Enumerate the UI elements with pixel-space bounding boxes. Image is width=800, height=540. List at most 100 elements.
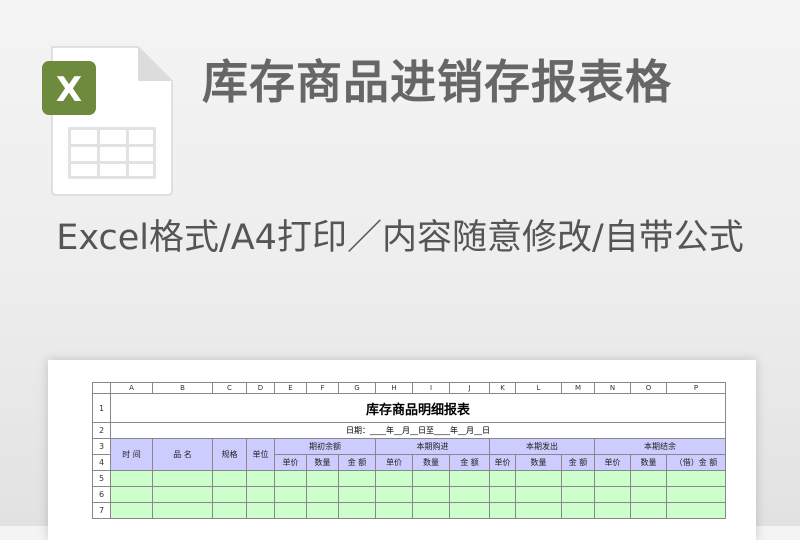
data-cell[interactable] (152, 470, 213, 487)
data-cell[interactable] (449, 470, 490, 487)
header-spec[interactable]: 规格 (212, 438, 247, 471)
header-amount-debit[interactable]: （借）金 额 (666, 454, 726, 471)
data-cell[interactable] (412, 502, 450, 519)
data-cell[interactable] (666, 502, 726, 519)
data-cell[interactable] (375, 486, 413, 503)
data-cell[interactable] (110, 470, 153, 487)
corner-cell (92, 382, 111, 394)
header-time[interactable]: 时 间 (110, 438, 153, 471)
header-unit-price[interactable]: 单价 (489, 454, 516, 471)
header-amount[interactable]: 金 额 (561, 454, 595, 471)
header-name[interactable]: 品 名 (152, 438, 213, 471)
page-title: 库存商品进销存报表格 (202, 55, 672, 109)
data-cell[interactable] (449, 502, 490, 519)
date-line[interactable]: 日期：____年__月__日至____年__月__日 (110, 422, 726, 439)
data-cell[interactable] (515, 486, 562, 503)
column-header[interactable]: M (561, 382, 595, 394)
column-header[interactable]: K (489, 382, 516, 394)
data-cell[interactable] (246, 470, 275, 487)
data-cell[interactable] (449, 486, 490, 503)
data-cell[interactable] (212, 502, 247, 519)
data-cell[interactable] (152, 486, 213, 503)
data-cell[interactable] (561, 502, 595, 519)
data-cell[interactable] (561, 486, 595, 503)
data-cell[interactable] (274, 502, 307, 519)
data-cell[interactable] (212, 486, 247, 503)
column-header-row: A B C D E F G H I J K L M N O P (92, 382, 726, 394)
data-cell[interactable] (338, 486, 376, 503)
data-cell[interactable] (212, 470, 247, 487)
data-cell[interactable] (594, 486, 631, 503)
header-amount[interactable]: 金 额 (338, 454, 376, 471)
column-header[interactable]: H (375, 382, 413, 394)
header-opening-balance[interactable]: 期初余额 (274, 438, 376, 455)
data-cell[interactable] (338, 470, 376, 487)
data-cell[interactable] (274, 470, 307, 487)
data-cell[interactable] (110, 502, 153, 519)
column-header[interactable]: C (212, 382, 247, 394)
data-cell[interactable] (666, 470, 726, 487)
data-cell[interactable] (306, 502, 339, 519)
data-cell[interactable] (489, 470, 516, 487)
data-cell[interactable] (561, 470, 595, 487)
data-cell[interactable] (515, 502, 562, 519)
row-number[interactable]: 4 (92, 454, 111, 471)
data-cell[interactable] (306, 486, 339, 503)
column-header[interactable]: J (449, 382, 490, 394)
data-cell[interactable] (412, 470, 450, 487)
data-cell[interactable] (594, 470, 631, 487)
column-header[interactable]: I (412, 382, 450, 394)
data-cell[interactable] (412, 486, 450, 503)
row-number[interactable]: 1 (92, 393, 111, 423)
excel-badge-letter: X (56, 70, 82, 110)
spreadsheet-grid: A B C D E F G H I J K L M N O P 1 库存商品明细… (92, 382, 726, 519)
header-issue[interactable]: 本期发出 (489, 438, 595, 455)
data-cell[interactable] (630, 486, 667, 503)
column-header[interactable]: B (152, 382, 213, 394)
data-cell[interactable] (338, 502, 376, 519)
column-header[interactable]: O (630, 382, 667, 394)
column-header[interactable]: F (306, 382, 339, 394)
row-number[interactable]: 5 (92, 470, 111, 487)
header-closing-balance[interactable]: 本期结余 (594, 438, 726, 455)
column-header[interactable]: N (594, 382, 631, 394)
data-cell[interactable] (246, 502, 275, 519)
data-cell[interactable] (110, 486, 153, 503)
column-header[interactable]: D (246, 382, 275, 394)
row-number[interactable]: 7 (92, 502, 111, 519)
data-cell[interactable] (375, 502, 413, 519)
spreadsheet-preview: A B C D E F G H I J K L M N O P 1 库存商品明细… (48, 360, 756, 540)
row-number[interactable]: 2 (92, 422, 111, 439)
data-cell[interactable] (306, 470, 339, 487)
data-cell[interactable] (515, 470, 562, 487)
excel-file-icon: X (40, 45, 175, 197)
data-cell[interactable] (246, 486, 275, 503)
data-cell[interactable] (630, 470, 667, 487)
data-cell[interactable] (375, 470, 413, 487)
header-quantity[interactable]: 数量 (306, 454, 339, 471)
column-header[interactable]: E (274, 382, 307, 394)
sheet-title[interactable]: 库存商品明细报表 (110, 393, 726, 423)
column-header[interactable]: P (666, 382, 726, 394)
column-header[interactable]: A (110, 382, 153, 394)
header-quantity[interactable]: 数量 (412, 454, 450, 471)
header-purchase[interactable]: 本期购进 (375, 438, 490, 455)
header-unit-price[interactable]: 单价 (375, 454, 413, 471)
data-cell[interactable] (274, 486, 307, 503)
header-quantity[interactable]: 数量 (630, 454, 667, 471)
header-unit[interactable]: 单位 (246, 438, 275, 471)
header-amount[interactable]: 金 额 (449, 454, 490, 471)
row-number[interactable]: 6 (92, 486, 111, 503)
column-header[interactable]: G (338, 382, 376, 394)
column-header[interactable]: L (515, 382, 562, 394)
data-cell[interactable] (489, 486, 516, 503)
header-quantity[interactable]: 数量 (515, 454, 562, 471)
header-unit-price[interactable]: 单价 (594, 454, 631, 471)
data-cell[interactable] (666, 486, 726, 503)
data-cell[interactable] (594, 502, 631, 519)
header-unit-price[interactable]: 单价 (274, 454, 307, 471)
data-cell[interactable] (489, 502, 516, 519)
data-cell[interactable] (630, 502, 667, 519)
row-number[interactable]: 3 (92, 438, 111, 455)
data-cell[interactable] (152, 502, 213, 519)
